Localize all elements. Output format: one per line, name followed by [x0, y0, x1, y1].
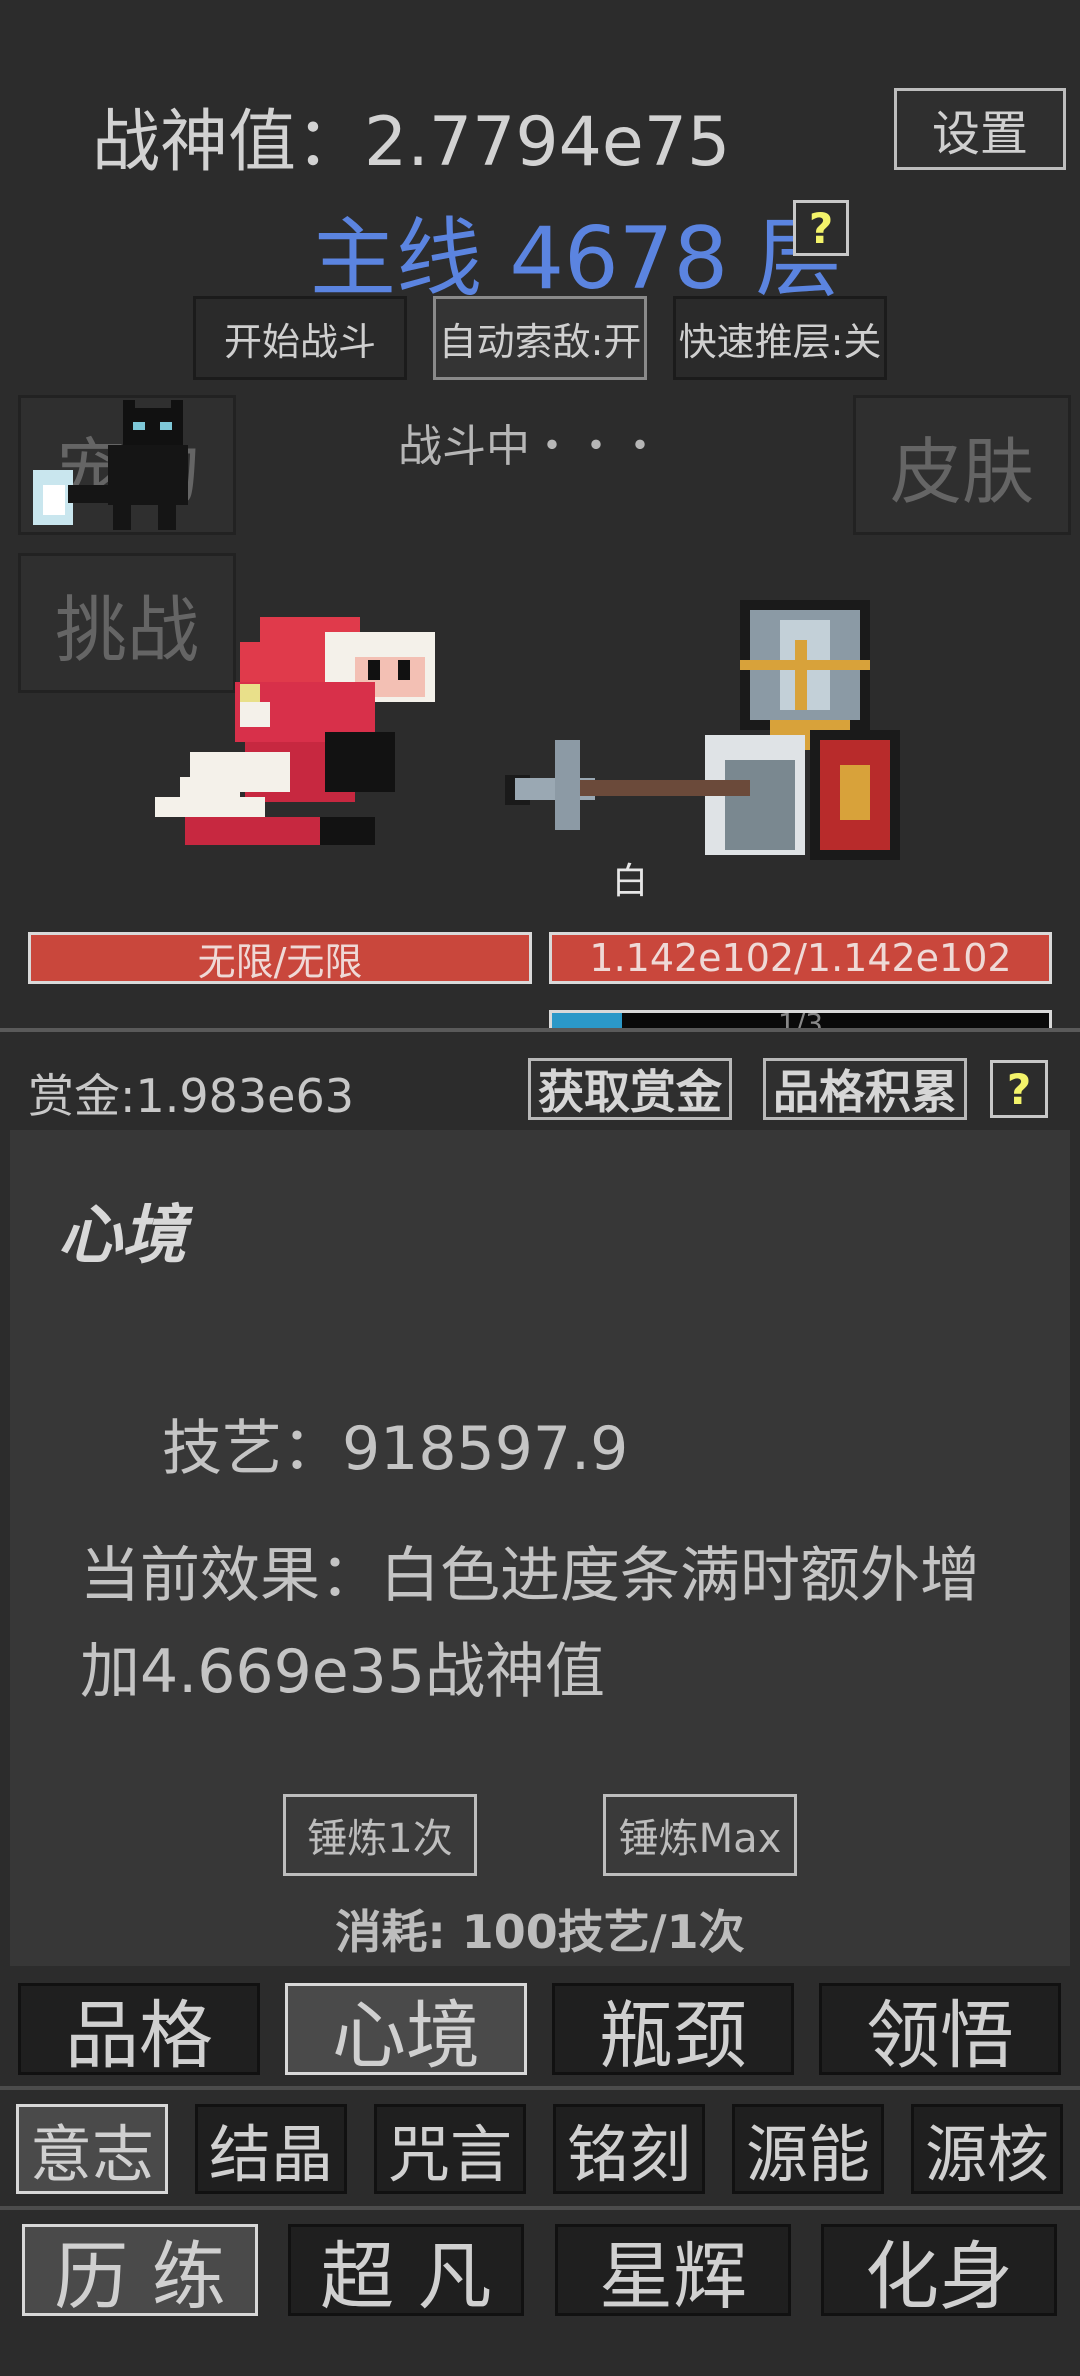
forge-max-button[interactable]: 锤炼Max: [603, 1794, 797, 1876]
forge-cost: 消耗: 100技艺/1次: [335, 1905, 745, 1959]
tab-engraving[interactable]: 铭刻: [553, 2104, 705, 2194]
skin-label: 皮肤: [889, 429, 1034, 514]
tab-incantation[interactable]: 咒言: [374, 2104, 526, 2194]
start-battle-button[interactable]: 开始战斗: [193, 296, 407, 380]
player-hp-bar: 无限/无限: [28, 932, 532, 984]
enemy-name: 白: [612, 861, 649, 902]
bounty-amount: 赏金:1.983e63: [28, 1069, 355, 1123]
tab-will[interactable]: 意志: [16, 2104, 168, 2194]
tab-mind[interactable]: 心境: [285, 1983, 527, 2079]
power-value: 战神值：2.7794e75: [92, 103, 731, 182]
tab-quality[interactable]: 品格: [18, 1983, 260, 2079]
stage-title: 主线 4678 层: [310, 209, 842, 309]
tab-training[interactable]: 历 练: [22, 2224, 258, 2320]
tab-crystal[interactable]: 结晶: [195, 2104, 347, 2194]
bounty-help-button[interactable]: ?: [990, 1060, 1048, 1118]
enemy-hp-text: 1.142e102/1.142e102: [589, 936, 1012, 980]
tab-starlight[interactable]: 星辉: [555, 2224, 791, 2320]
current-effect: 当前效果：白色进度条满时额外增加4.669e35战神值: [80, 1541, 980, 1707]
enemy-hp-bar: 1.142e102/1.142e102: [549, 932, 1052, 984]
tab-separator: [0, 2206, 1080, 2210]
get-bounty-button[interactable]: 获取赏金: [528, 1058, 732, 1120]
tab-insight[interactable]: 领悟: [819, 1983, 1061, 2079]
tab-transcend[interactable]: 超 凡: [288, 2224, 524, 2320]
section-divider: [0, 1028, 1080, 1032]
settings-button[interactable]: 设置: [894, 88, 1066, 170]
auto-target-toggle[interactable]: 自动索敌:开: [433, 296, 647, 380]
tab-source-energy[interactable]: 源能: [732, 2104, 884, 2194]
fast-push-toggle[interactable]: 快速推层:关: [673, 296, 887, 380]
battle-status: 战斗中・・・: [398, 421, 662, 472]
skill-value: 技艺：918597.9: [162, 1414, 629, 1484]
player-hp-text: 无限/无限: [197, 939, 363, 984]
panel-title: 心境: [58, 1199, 186, 1273]
tab-bottleneck[interactable]: 瓶颈: [552, 1983, 794, 2079]
tab-source-core[interactable]: 源核: [911, 2104, 1063, 2194]
enemy-knight-sprite: [505, 600, 900, 860]
tab-avatar[interactable]: 化身: [821, 2224, 1057, 2320]
player-sprite: [155, 617, 435, 845]
skin-button[interactable]: 皮肤: [853, 395, 1071, 535]
pet-cat-sprite: [33, 400, 188, 530]
forge-once-button[interactable]: 锤炼1次: [283, 1794, 477, 1876]
tab-separator: [0, 2086, 1080, 2090]
stage-help-button[interactable]: ?: [793, 200, 849, 256]
quality-accumulate-button[interactable]: 品格积累: [763, 1058, 967, 1120]
